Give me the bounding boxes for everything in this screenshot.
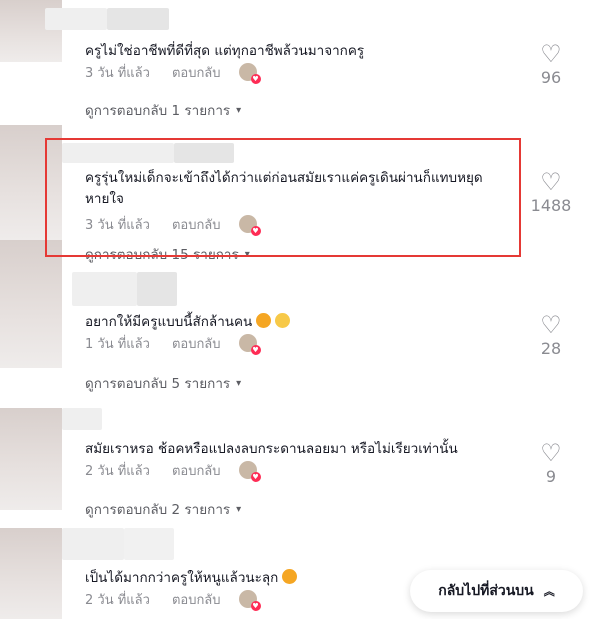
comment-meta: 3 วัน ที่แล้ว ตอบกลับ [85, 214, 261, 236]
creator-liked-avatar [238, 334, 261, 355]
heart-outline-icon[interactable]: ♡ [523, 441, 579, 465]
creator-liked-avatar [238, 590, 261, 611]
reply-button[interactable]: ตอบกลับ [172, 333, 221, 354]
chevron-down-icon: ▾ [236, 377, 242, 389]
creator-liked-avatar [238, 215, 261, 236]
view-replies-button[interactable]: ดูการตอบกลับ 1 รายการ ▾ [85, 99, 241, 121]
view-replies-button[interactable]: ดูการตอบกลับ 15 รายการ ▾ [85, 243, 250, 265]
comment-meta: 2 วัน ที่แล้ว ตอบกลับ [85, 460, 261, 482]
comment-time: 2 วัน ที่แล้ว [85, 592, 150, 608]
chevron-down-icon: ▾ [244, 248, 250, 260]
username-redacted[interactable] [107, 8, 169, 30]
creator-liked-avatar [238, 461, 261, 482]
double-chevron-up-icon: ︽ [543, 585, 555, 598]
reply-button[interactable]: ตอบกลับ [172, 589, 221, 610]
comment-meta: 1 วัน ที่แล้ว ตอบกลับ [85, 333, 261, 355]
username-redacted[interactable] [62, 408, 102, 430]
smiling-emoji-icon [275, 313, 291, 328]
heart-outline-icon[interactable]: ♡ [523, 42, 579, 66]
username-redacted[interactable] [72, 272, 137, 306]
view-replies-label: ดูการตอบกลับ 2 รายการ [85, 502, 231, 518]
hugging-emoji-icon [256, 313, 272, 328]
heart-outline-icon[interactable]: ♡ [523, 313, 579, 337]
back-to-top-label: กลับไปที่ส่วนบน [438, 583, 534, 599]
like-count: 96 [540, 68, 562, 87]
avatar[interactable] [0, 240, 62, 368]
creator-liked-avatar [238, 63, 261, 84]
like-button[interactable]: ♡ 9 [523, 441, 579, 486]
comment-text: ครูไม่ใช่อาชีพที่ดีที่สุด แต่ทุกอาชีพล้ว… [85, 43, 365, 59]
like-button[interactable]: ♡ 1488 [523, 170, 579, 215]
username-redacted[interactable] [137, 272, 177, 306]
avatar[interactable] [0, 528, 62, 619]
comment-text-content: เป็นได้มากกว่าครูให้หนูแล้วนะลุก [85, 570, 279, 586]
view-replies-label: ดูการตอบกลับ 5 รายการ [85, 376, 231, 392]
username-redacted[interactable] [62, 143, 174, 163]
chevron-down-icon: ▾ [236, 503, 242, 515]
comment-time: 2 วัน ที่แล้ว [85, 463, 150, 479]
comment-text-content: อยากให้มีครูแบบนี้สักล้านคน [85, 314, 253, 330]
comment-meta: 2 วัน ที่แล้ว ตอบกลับ [85, 589, 261, 611]
avatar[interactable] [0, 408, 62, 510]
username-redacted[interactable] [124, 528, 174, 560]
view-replies-button[interactable]: ดูการตอบกลับ 2 รายการ ▾ [85, 498, 241, 520]
like-button[interactable]: ♡ 96 [523, 42, 579, 87]
comment-text: อยากให้มีครูแบบนี้สักล้านคน [85, 312, 505, 333]
view-replies-button[interactable]: ดูการตอบกลับ 5 รายการ ▾ [85, 372, 241, 394]
comment-time: 1 วัน ที่แล้ว [85, 336, 150, 352]
like-button[interactable]: ♡ 28 [523, 313, 579, 358]
view-replies-label: ดูการตอบกลับ 15 รายการ [85, 247, 239, 263]
reply-button[interactable]: ตอบกลับ [172, 460, 221, 481]
like-count: 1488 [530, 196, 572, 215]
heart-outline-icon[interactable]: ♡ [523, 170, 579, 194]
username-redacted[interactable] [174, 143, 234, 163]
reply-button[interactable]: ตอบกลับ [172, 62, 221, 83]
view-replies-label: ดูการตอบกลับ 1 รายการ [85, 103, 231, 119]
like-count: 28 [540, 339, 562, 358]
comment-meta: 3 วัน ที่แล้ว ตอบกลับ [85, 62, 261, 84]
comment-text: สมัยเราหรอ ช้อคหรือแปลงลบกระดานลอยมา หรื… [85, 441, 458, 457]
like-count: 9 [545, 467, 557, 486]
chevron-down-icon: ▾ [236, 104, 242, 116]
hugging-emoji-icon [282, 569, 298, 584]
back-to-top-button[interactable]: กลับไปที่ส่วนบน ︽ [410, 570, 583, 612]
avatar[interactable] [0, 125, 62, 240]
comment-text: ครูรุ่นใหม่เด็กจะเข้าถึงได้กว่าแต่ก่อนสม… [85, 170, 483, 207]
username-redacted[interactable] [45, 8, 107, 30]
comment-time: 3 วัน ที่แล้ว [85, 65, 150, 81]
comment-time: 3 วัน ที่แล้ว [85, 217, 150, 233]
reply-button[interactable]: ตอบกลับ [172, 214, 221, 235]
username-redacted[interactable] [62, 528, 124, 560]
